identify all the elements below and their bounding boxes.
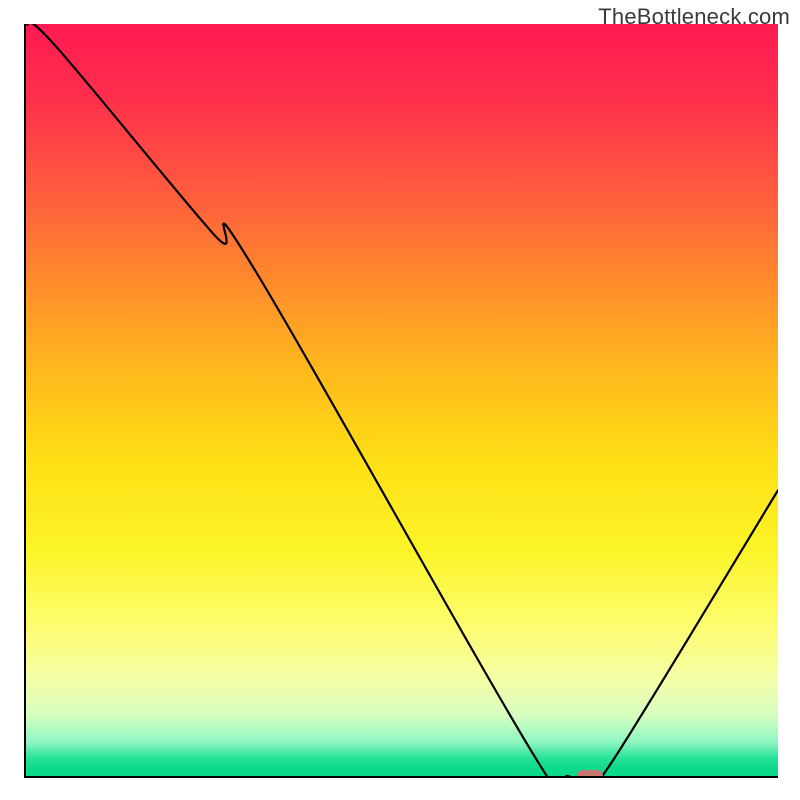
watermark-text: TheBottleneck.com [598,4,790,30]
optimal-point-marker [577,770,603,778]
plot-area [24,24,778,778]
chart-container: TheBottleneck.com [0,0,800,800]
curve-svg [26,24,778,776]
bottleneck-curve-path [26,24,778,776]
